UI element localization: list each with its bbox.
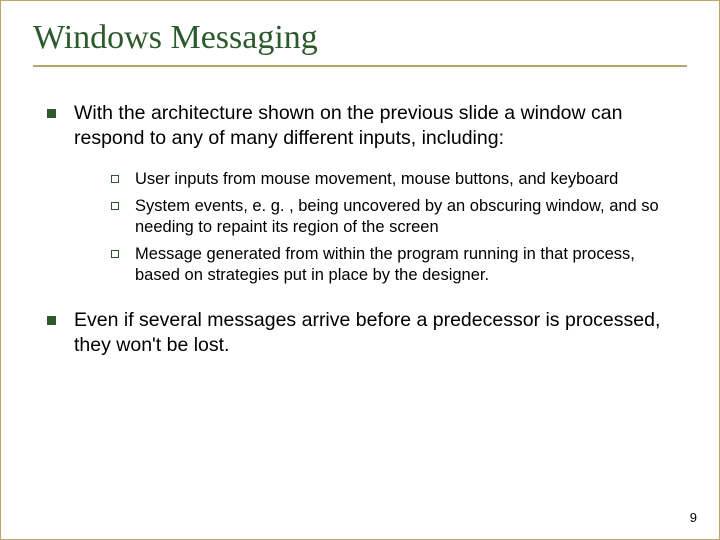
title-underline (33, 65, 687, 67)
page-number: 9 (690, 510, 697, 525)
slide-title: Windows Messaging (33, 19, 687, 63)
bullet-text: With the architecture shown on the previ… (74, 101, 679, 151)
sub-bullet-text: System events, e. g. , being uncovered b… (135, 196, 679, 238)
slide-frame: Windows Messaging With the architecture … (0, 0, 720, 540)
sub-bullet-item: Message generated from within the progra… (111, 244, 679, 286)
open-square-bullet-icon (111, 175, 119, 183)
bullet-item: With the architecture shown on the previ… (47, 101, 679, 151)
sub-bullet-list: User inputs from mouse movement, mouse b… (111, 169, 679, 287)
open-square-bullet-icon (111, 202, 119, 210)
open-square-bullet-icon (111, 250, 119, 258)
sub-bullet-item: User inputs from mouse movement, mouse b… (111, 169, 679, 190)
sub-bullet-text: User inputs from mouse movement, mouse b… (135, 169, 618, 190)
square-bullet-icon (47, 109, 56, 118)
sub-bullet-text: Message generated from within the progra… (135, 244, 679, 286)
square-bullet-icon (47, 316, 56, 325)
sub-bullet-item: System events, e. g. , being uncovered b… (111, 196, 679, 238)
slide-content: With the architecture shown on the previ… (33, 101, 687, 358)
bullet-item: Even if several messages arrive before a… (47, 308, 679, 358)
bullet-text: Even if several messages arrive before a… (74, 308, 679, 358)
